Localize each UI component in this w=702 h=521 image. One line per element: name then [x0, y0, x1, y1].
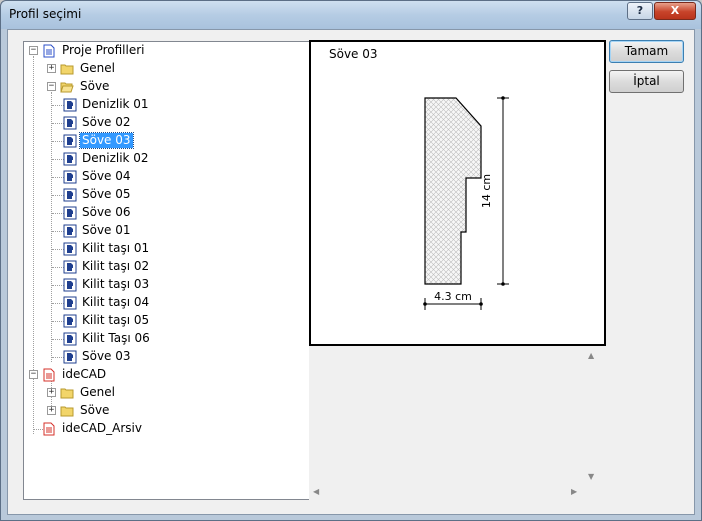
- dialog-window: Profil seçimi ? X − Proje Profilleri + G…: [0, 0, 702, 521]
- tree-node-label: Genel: [80, 61, 116, 75]
- window-title: Profil seçimi: [9, 7, 82, 21]
- profile-icon: [63, 188, 77, 202]
- profile-drawing: 14 cm 4.3 cm: [423, 96, 509, 310]
- profile-icon: [63, 314, 77, 328]
- tree-node-profile[interactable]: Kilit taşı 03: [52, 276, 223, 294]
- profile-icon: [63, 332, 77, 346]
- tree-node-label: Denizlik 02: [82, 151, 149, 165]
- collapse-icon[interactable]: −: [29, 370, 38, 379]
- tree-node-profile[interactable]: Denizlik 02: [52, 150, 223, 168]
- tree-node-idecad-genel[interactable]: + Genel: [45, 384, 165, 402]
- dialog-client: − Proje Profilleri + Genel − Söve Denizl…: [7, 29, 695, 515]
- tree-node-label: Söve: [80, 79, 110, 93]
- tree-node-label: Söve 01: [82, 223, 131, 237]
- title-bar: Profil seçimi ? X: [1, 1, 701, 29]
- expand-icon[interactable]: +: [47, 388, 56, 397]
- scroll-left-icon[interactable]: ◀: [313, 487, 319, 496]
- tree-node-profile[interactable]: Söve 02: [52, 114, 223, 132]
- tree-node-label: ideCAD: [62, 367, 107, 381]
- tree-node-profile[interactable]: Kilit taşı 04: [52, 294, 223, 312]
- tree-node-label: Proje Profilleri: [62, 43, 145, 57]
- tree-node-profile[interactable]: Kilit taşı 01: [52, 240, 223, 258]
- profile-tree[interactable]: − Proje Profilleri + Genel − Söve Denizl…: [23, 41, 317, 500]
- tree-node-label: Söve 06: [82, 205, 131, 219]
- tree-node-label: Kilit Taşı 06: [82, 331, 150, 345]
- tree-node-profile[interactable]: Söve 05: [52, 186, 223, 204]
- tree-node-label: Söve 05: [82, 187, 131, 201]
- tree-node-profile[interactable]: Söve 03: [52, 348, 223, 366]
- profile-icon: [63, 152, 77, 166]
- tree-node-label: Kilit taşı 04: [82, 295, 150, 309]
- scroll-right-icon[interactable]: ▶: [571, 487, 577, 496]
- tree-node-label: Genel: [80, 385, 116, 399]
- idecad-document-icon: [43, 368, 55, 382]
- tree-node-profile[interactable]: Söve 03: [52, 132, 223, 150]
- tree-node-profile[interactable]: Kilit Taşı 06: [52, 330, 223, 348]
- profile-icon: [63, 134, 77, 148]
- profile-icon: [63, 116, 77, 130]
- ok-button[interactable]: Tamam: [609, 40, 684, 63]
- project-document-icon: [43, 44, 55, 58]
- height-label: 14 cm: [480, 174, 493, 208]
- folder-icon: [60, 64, 74, 75]
- expand-icon[interactable]: +: [47, 64, 56, 73]
- tree-node-label: Kilit taşı 01: [82, 241, 150, 255]
- tree-node-sove[interactable]: − Söve: [45, 78, 165, 96]
- profile-icon: [63, 224, 77, 238]
- tree-node-label: Söve 03: [82, 349, 131, 363]
- tree-node-label: Kilit taşı 05: [82, 313, 150, 327]
- profile-icon: [63, 170, 77, 184]
- tree-node-idecad-sove[interactable]: + Söve: [45, 402, 165, 420]
- profile-icon: [63, 242, 77, 256]
- tree-node-profile[interactable]: Kilit taşı 02: [52, 258, 223, 276]
- preview-scroll-area[interactable]: ▲ ▼ ◀ ▶: [309, 346, 606, 502]
- tree-node-profile[interactable]: Söve 06: [52, 204, 223, 222]
- tree-node-label: Söve 03: [79, 132, 134, 149]
- profile-icon: [63, 98, 77, 112]
- tree-node-idecad[interactable]: − ideCAD: [27, 366, 227, 384]
- tree-node-label: Söve 04: [82, 169, 131, 183]
- scroll-down-icon[interactable]: ▼: [588, 472, 594, 481]
- tree-node-profile[interactable]: Kilit taşı 05: [52, 312, 223, 330]
- profile-icon: [63, 350, 77, 364]
- collapse-icon[interactable]: −: [47, 82, 56, 91]
- tree-node-label: ideCAD_Arsiv: [62, 421, 142, 435]
- tree-node-label: Denizlik 01: [82, 97, 149, 111]
- folder-icon: [60, 388, 74, 399]
- expand-icon[interactable]: +: [47, 406, 56, 415]
- tree-node-profile[interactable]: Denizlik 01: [52, 96, 223, 114]
- tree-node-label: Kilit taşı 03: [82, 277, 150, 291]
- profile-icon: [63, 278, 77, 292]
- tree-node-profile[interactable]: Söve 01: [52, 222, 223, 240]
- folder-icon: [60, 406, 74, 417]
- scroll-up-icon[interactable]: ▲: [588, 351, 594, 360]
- help-button[interactable]: ?: [627, 2, 653, 20]
- profile-section-shape: [424, 97, 482, 285]
- profile-preview: Söve 03 14 cm 4.3 cm: [309, 40, 606, 346]
- tree-node-label: Kilit taşı 02: [82, 259, 150, 273]
- profile-icon: [63, 260, 77, 274]
- tree-node-label: Söve 02: [82, 115, 131, 129]
- tree-node-idecad-arsiv[interactable]: ideCAD_Arsiv: [27, 420, 227, 438]
- open-folder-icon: [60, 82, 74, 93]
- tree-node-profile[interactable]: Söve 04: [52, 168, 223, 186]
- profile-icon: [63, 206, 77, 220]
- profile-icon: [63, 296, 77, 310]
- idecad-document-icon: [43, 422, 55, 436]
- close-button[interactable]: X: [654, 2, 696, 20]
- tree-node-proje-profilleri[interactable]: − Proje Profilleri: [27, 42, 227, 60]
- width-label: 4.3 cm: [434, 290, 472, 303]
- tree-node-genel[interactable]: + Genel: [45, 60, 165, 78]
- collapse-icon[interactable]: −: [29, 46, 38, 55]
- cancel-button[interactable]: İptal: [609, 70, 684, 93]
- tree-node-label: Söve: [80, 403, 110, 417]
